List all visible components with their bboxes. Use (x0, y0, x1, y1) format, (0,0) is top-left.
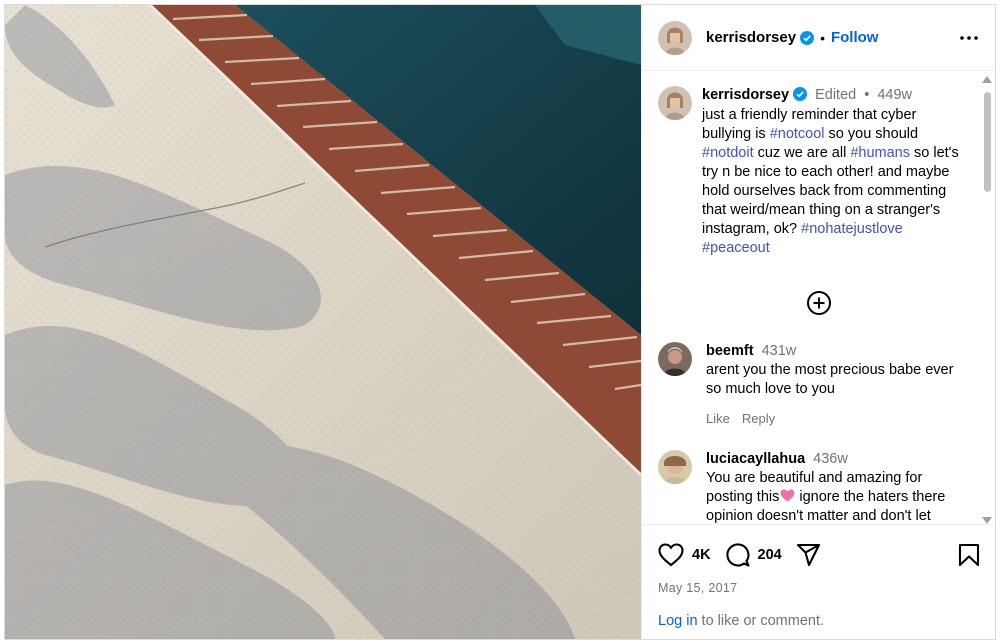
post-photo (5, 5, 641, 639)
scrollbar-thumb[interactable] (984, 92, 991, 192)
post-dialog: kerrisdorsey • Follow kerrisdorsey Edite… (4, 4, 996, 640)
action-bar: 4K 204 (642, 525, 995, 569)
hashtag-link[interactable]: #notdoit (702, 145, 754, 161)
paper-plane-icon[interactable] (796, 543, 821, 567)
hashtag-link[interactable]: #peaceout (702, 240, 770, 256)
login-prompt-text: to like or comment. (697, 613, 825, 629)
caption-avatar[interactable] (658, 86, 692, 120)
comment-text: arent you the most precious babe ever so… (706, 362, 954, 397)
follow-button[interactable]: Follow (831, 29, 879, 46)
post-date[interactable]: May 15, 2017 (642, 569, 995, 595)
comment-bubble-icon[interactable] (725, 542, 750, 567)
comment-button[interactable]: 204 (725, 542, 796, 567)
edited-label: Edited (815, 87, 857, 103)
caption-username[interactable]: kerrisdorsey (702, 87, 789, 103)
bookmark-icon[interactable] (958, 543, 980, 567)
verified-badge-icon (793, 87, 808, 101)
author-username[interactable]: kerrisdorsey (706, 29, 796, 46)
author-avatar[interactable] (658, 20, 692, 55)
login-prompt: Log in to like or comment. (658, 613, 824, 629)
caption-text-part: so you should (824, 126, 919, 142)
plus-circle-icon[interactable] (806, 290, 832, 316)
comment-username[interactable]: beemft (706, 343, 754, 359)
load-more-comments (642, 258, 995, 338)
commenter-avatar[interactable] (658, 450, 692, 484)
heart-icon[interactable] (658, 542, 684, 567)
comment-item: luciacayllahua 436w You are beautiful an… (642, 428, 995, 524)
like-button[interactable]: 4K (658, 542, 725, 567)
comment-item: beemft 431w arent you the most precious … (642, 338, 995, 428)
pink-heart-emoji-icon (780, 489, 795, 502)
caption-separator: • (864, 87, 870, 103)
hashtag-link[interactable]: #humans (850, 145, 910, 161)
post-header: kerrisdorsey • Follow (642, 5, 995, 71)
comment-reply-button[interactable]: Reply (742, 411, 775, 426)
login-link[interactable]: Log in (658, 613, 698, 629)
share-button[interactable] (796, 543, 821, 567)
verified-badge-icon (800, 30, 815, 45)
comments-count[interactable]: 204 (758, 547, 782, 563)
comment-age[interactable]: 431w (762, 343, 797, 359)
more-options-icon[interactable] (957, 26, 981, 50)
pool-edge-image (5, 5, 641, 639)
post-side-panel: kerrisdorsey • Follow kerrisdorsey Edite… (641, 5, 995, 639)
scroll-down-arrow[interactable] (982, 517, 992, 524)
comment-text: You are beautiful and amazing for postin… (706, 469, 968, 524)
scrollbar[interactable] (981, 76, 993, 524)
caption-text-part: cuz we are all (753, 145, 851, 161)
caption-text: just a friendly reminder that cyber bull… (702, 106, 964, 258)
hashtag-link[interactable]: #notcool (770, 126, 825, 142)
scroll-up-arrow[interactable] (982, 76, 992, 83)
hashtag-link[interactable]: #nohatejustlove (801, 221, 903, 237)
comment-age[interactable]: 436w (813, 451, 848, 467)
caption-age[interactable]: 449w (877, 87, 912, 103)
header-separator: • (820, 29, 825, 46)
save-button[interactable] (958, 543, 980, 567)
likes-count[interactable]: 4K (692, 547, 711, 563)
caption: kerrisdorsey Edited • 449w just a friend… (642, 72, 995, 258)
comment-like-button[interactable]: Like (706, 411, 730, 426)
post-footer: 4K 204 May 15, 2017 Log in to like or co… (642, 524, 995, 639)
commenter-avatar[interactable] (658, 342, 692, 376)
comments-scroll-area[interactable]: kerrisdorsey Edited • 449w just a friend… (642, 72, 995, 524)
comment-username[interactable]: luciacayllahua (706, 451, 805, 467)
